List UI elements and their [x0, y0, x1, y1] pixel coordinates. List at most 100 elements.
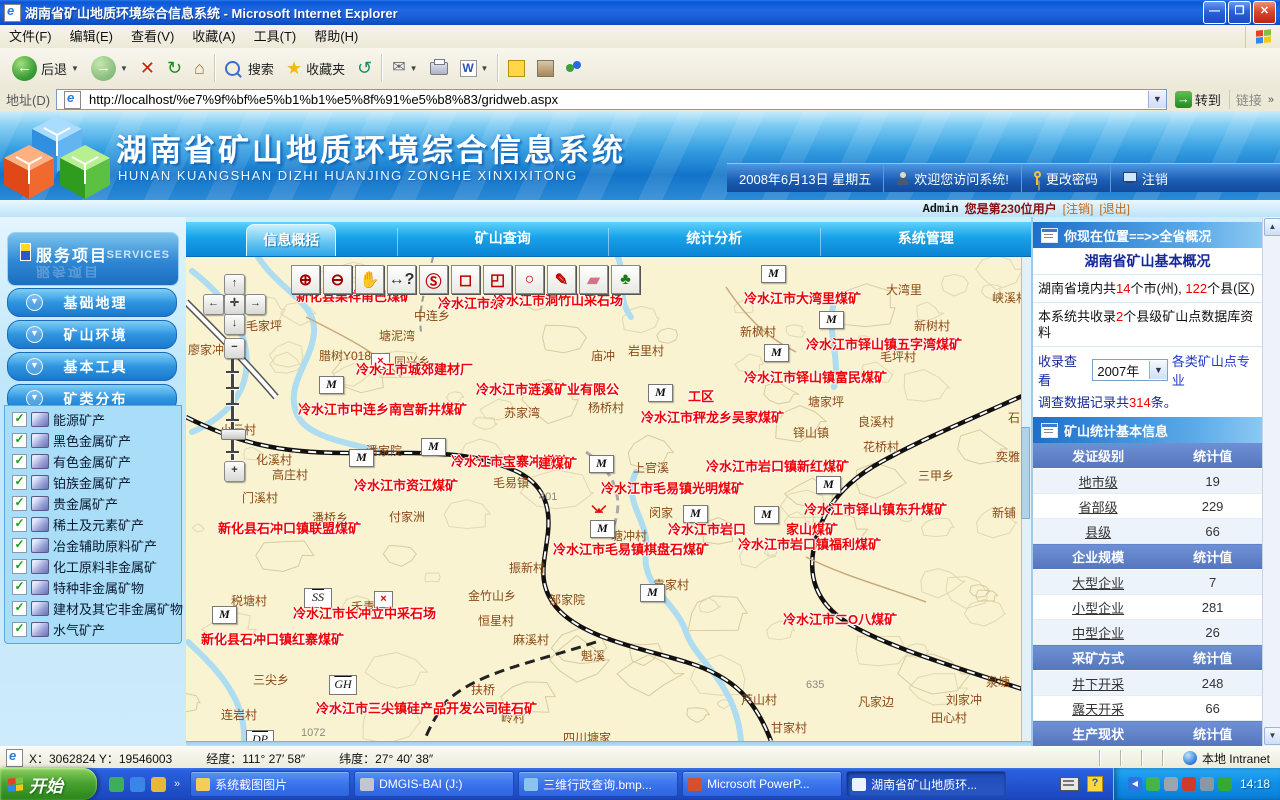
pan-up-button[interactable]: ↑: [224, 274, 245, 295]
layer-row[interactable]: ✓铂族金属矿产: [5, 472, 181, 493]
history-button[interactable]: ↺: [351, 56, 378, 80]
pan-center-button[interactable]: ✛: [224, 294, 245, 315]
layer-checkbox[interactable]: ✓: [12, 538, 27, 553]
maximize-button[interactable]: ❐: [1228, 1, 1251, 24]
tray-volume-icon[interactable]: [1164, 777, 1178, 791]
forward-dropdown-icon[interactable]: ▼: [120, 64, 128, 73]
year-dropdown-icon[interactable]: ▼: [1149, 361, 1167, 379]
pan-left-button[interactable]: ←: [203, 294, 224, 315]
layer-checkbox[interactable]: ✓: [12, 601, 27, 616]
layer-checkbox[interactable]: ✓: [12, 454, 27, 469]
mine-label[interactable]: 冷水江市岩口镇新红煤矿: [706, 456, 849, 475]
layer-row[interactable]: ✓建材及其它非金属矿物: [5, 598, 181, 619]
quicklaunch-ie-icon[interactable]: [130, 777, 145, 792]
zoom-in-tool[interactable]: ⊕: [291, 265, 320, 294]
mail-button[interactable]: ✉ ▼: [386, 56, 423, 80]
home-button[interactable]: ⌂: [188, 56, 211, 80]
mine-label[interactable]: 冷水江市三尖镇硅产品开发公司硅石矿: [316, 698, 537, 717]
mine-label[interactable]: 冷水江市铎山镇五字湾煤矿: [806, 334, 962, 353]
year-select[interactable]: 2007年 ▼: [1092, 359, 1168, 381]
research-button[interactable]: [531, 58, 560, 79]
layer-checkbox[interactable]: ✓: [12, 517, 27, 532]
menu-item[interactable]: 工具(T): [245, 26, 306, 48]
select-rect-tool[interactable]: ◻: [451, 265, 480, 294]
mine-label[interactable]: 冷水江市秤龙乡吴家煤矿: [641, 407, 784, 426]
mine-label[interactable]: 冷水江市毛易镇棋盘石煤矿: [553, 539, 709, 558]
map-viewport[interactable]: ⊕⊖✋↔?Ⓢ◻◰○✎▰♣ ↑ ← ✛ → ↓ − + 新化县栗祥甫巴煤矿冷水江市…: [186, 257, 1031, 741]
menu-item[interactable]: 帮助(H): [305, 26, 367, 48]
mine-label[interactable]: 新化县石冲口镇红寨煤矿: [201, 629, 344, 648]
scroll-up-button[interactable]: ▲: [1264, 218, 1280, 236]
sidebar-group-矿山环境[interactable]: ▼矿山环境: [7, 320, 177, 349]
panel-scrollbar[interactable]: ▲ ▼: [1262, 217, 1280, 746]
layer-row[interactable]: ✓水气矿产: [5, 619, 181, 640]
zoom-in-button[interactable]: +: [224, 461, 245, 482]
menu-item[interactable]: 查看(V): [122, 26, 183, 48]
quicklaunch-desktop-icon[interactable]: [109, 777, 124, 792]
select-circle-tool[interactable]: ○: [515, 265, 544, 294]
mine-point-marker[interactable]: M: [421, 438, 446, 456]
layer-checkbox[interactable]: ✓: [12, 412, 27, 427]
zoom-out-button[interactable]: −: [224, 338, 245, 359]
mine-label[interactable]: 工区: [688, 386, 714, 405]
unselect-rect-tool[interactable]: ◰: [483, 265, 512, 294]
layer-checkbox[interactable]: ✓: [12, 433, 27, 448]
layer-row[interactable]: ✓稀土及元素矿产: [5, 514, 181, 535]
change-password-button[interactable]: 更改密码: [1022, 164, 1111, 192]
refresh-button[interactable]: ↻: [161, 56, 188, 80]
draw-tool[interactable]: ✎: [547, 265, 576, 294]
mine-point-marker[interactable]: M: [816, 476, 841, 494]
tab-统计分析[interactable]: 统计分析: [608, 228, 820, 256]
layer-row[interactable]: ✓化工原料非金属矿: [5, 556, 181, 577]
quick-launch-chevron-icon[interactable]: »: [174, 778, 188, 790]
mine-label[interactable]: 冷水江市二O八煤矿: [783, 609, 897, 628]
logout-link[interactable]: [注销]: [1063, 200, 1094, 217]
mine-label[interactable]: 建煤矿: [538, 453, 577, 472]
layer-row[interactable]: ✓能源矿产: [5, 409, 181, 430]
logout-button[interactable]: 注销: [1111, 164, 1180, 192]
scroll-down-button[interactable]: ▼: [1264, 727, 1280, 745]
layer-checkbox[interactable]: ✓: [12, 475, 27, 490]
zoom-out-tool[interactable]: ⊖: [323, 265, 352, 294]
mine-label[interactable]: 冷水江市岩口: [668, 519, 746, 538]
layer-checkbox[interactable]: ✓: [12, 496, 27, 511]
mine-label[interactable]: 冷水江市长冲立中采石场: [293, 603, 436, 622]
tray-network-icon[interactable]: [1218, 777, 1232, 791]
mine-point-marker[interactable]: M: [212, 606, 237, 624]
mine-point-marker[interactable]: M: [648, 384, 673, 402]
stats-row-label[interactable]: 井下开采: [1033, 671, 1163, 696]
task-button[interactable]: Microsoft PowerP...: [682, 771, 842, 797]
stats-row-label[interactable]: 小型企业: [1033, 595, 1163, 620]
back-button[interactable]: ← 后退 ▼: [6, 54, 85, 83]
mine-label[interactable]: 冷水江市铎山镇富民煤矿: [744, 367, 887, 386]
stats-row-label[interactable]: 大型企业: [1033, 570, 1163, 595]
stats-row-label[interactable]: 地市级: [1033, 469, 1163, 494]
favorites-button[interactable]: ★ 收藏夹: [280, 56, 351, 80]
zoom-slider-handle[interactable]: [221, 429, 246, 440]
stats-row-label-text[interactable]: 省部级: [1079, 500, 1118, 515]
measure-tool[interactable]: ↔?: [387, 265, 416, 294]
zoom-slider-track[interactable]: [231, 359, 234, 460]
mine-point-marker[interactable]: M: [349, 449, 374, 467]
map-symbol-ghbox[interactable]: GH: [329, 675, 357, 695]
task-button[interactable]: 系统截图图片: [190, 771, 350, 797]
layer-row[interactable]: ✓黑色金属矿产: [5, 430, 181, 451]
pan-tool[interactable]: ✋: [355, 265, 384, 294]
layer-row[interactable]: ✓特种非金属矿物: [5, 577, 181, 598]
eraser-tool[interactable]: ▰: [579, 265, 608, 294]
layer-row[interactable]: ✓贵金属矿产: [5, 493, 181, 514]
mine-point-marker[interactable]: M: [764, 344, 789, 362]
keyboard-icon[interactable]: [1060, 777, 1079, 791]
task-button[interactable]: 湖南省矿山地质环...: [846, 771, 1006, 797]
stats-row-label[interactable]: 县级: [1033, 519, 1163, 544]
mine-label[interactable]: 冷水江市岩口镇福利煤矿: [738, 534, 881, 553]
layer-row[interactable]: ✓冶金辅助原料矿产: [5, 535, 181, 556]
tray-display-icon[interactable]: [1200, 777, 1214, 791]
tab-信息概括[interactable]: 信息概括: [186, 224, 397, 256]
tray-update-icon[interactable]: [1146, 777, 1160, 791]
menu-item[interactable]: 编辑(E): [61, 26, 122, 48]
print-button[interactable]: [424, 60, 454, 77]
layer-row[interactable]: ✓有色金属矿产: [5, 451, 181, 472]
exit-link[interactable]: [退出]: [1099, 200, 1130, 217]
start-button[interactable]: 开始: [0, 768, 97, 800]
